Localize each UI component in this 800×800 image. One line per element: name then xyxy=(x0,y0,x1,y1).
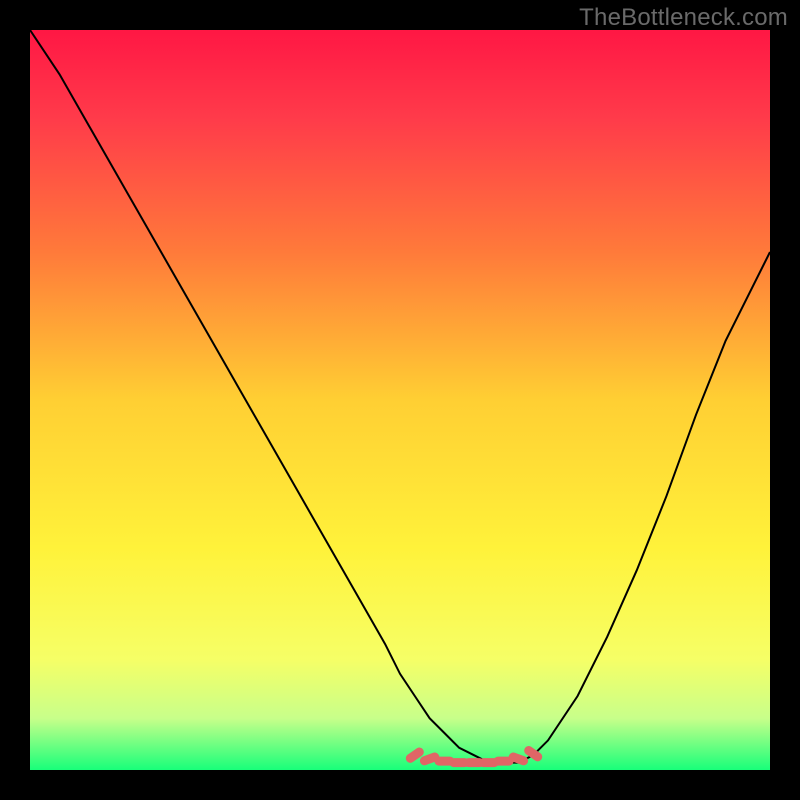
gradient-background xyxy=(30,30,770,770)
watermark-text: TheBottleneck.com xyxy=(579,4,788,32)
chart-frame: TheBottleneck.com xyxy=(0,0,800,800)
bottleneck-chart xyxy=(30,30,770,770)
